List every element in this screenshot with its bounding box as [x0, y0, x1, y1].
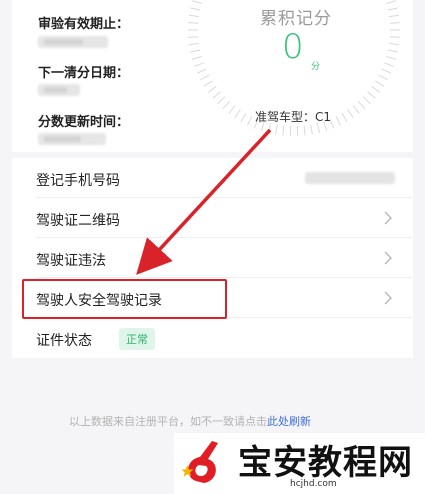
site-watermark: 宝安教程网 hcjhd.com — [174, 433, 425, 494]
watermark-url: hcjhd.com — [290, 479, 337, 489]
refresh-link[interactable]: 此处刷新 — [267, 415, 311, 428]
watermark-title: 宝安教程网 — [238, 443, 413, 483]
footer-text: 以上数据来自注册平台，如不一致请点击 — [69, 415, 267, 428]
footer-note: 以上数据来自注册平台，如不一致请点击此处刷新 — [69, 413, 311, 429]
watermark-logo-icon — [182, 441, 218, 483]
